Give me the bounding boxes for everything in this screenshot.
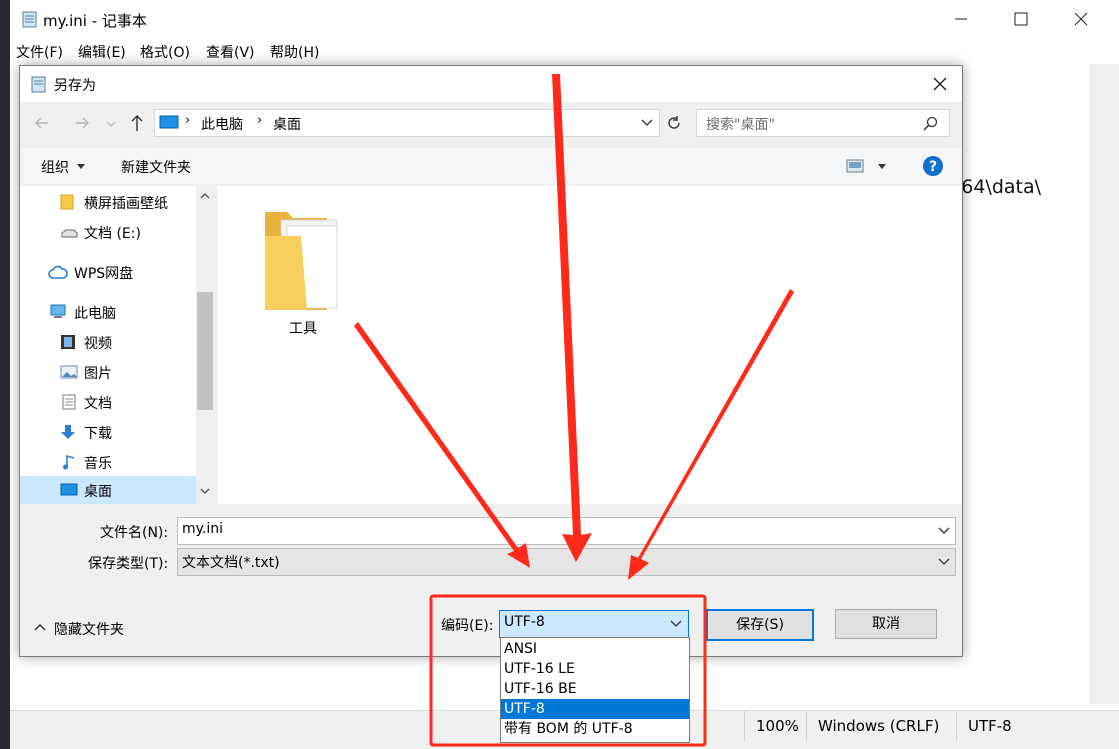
annotation-highlight-box <box>429 594 707 747</box>
annotation-arrow <box>354 322 530 568</box>
annotation-arrow <box>628 289 794 580</box>
annotation-overlay <box>354 74 794 747</box>
annotation-arrow <box>552 74 592 562</box>
